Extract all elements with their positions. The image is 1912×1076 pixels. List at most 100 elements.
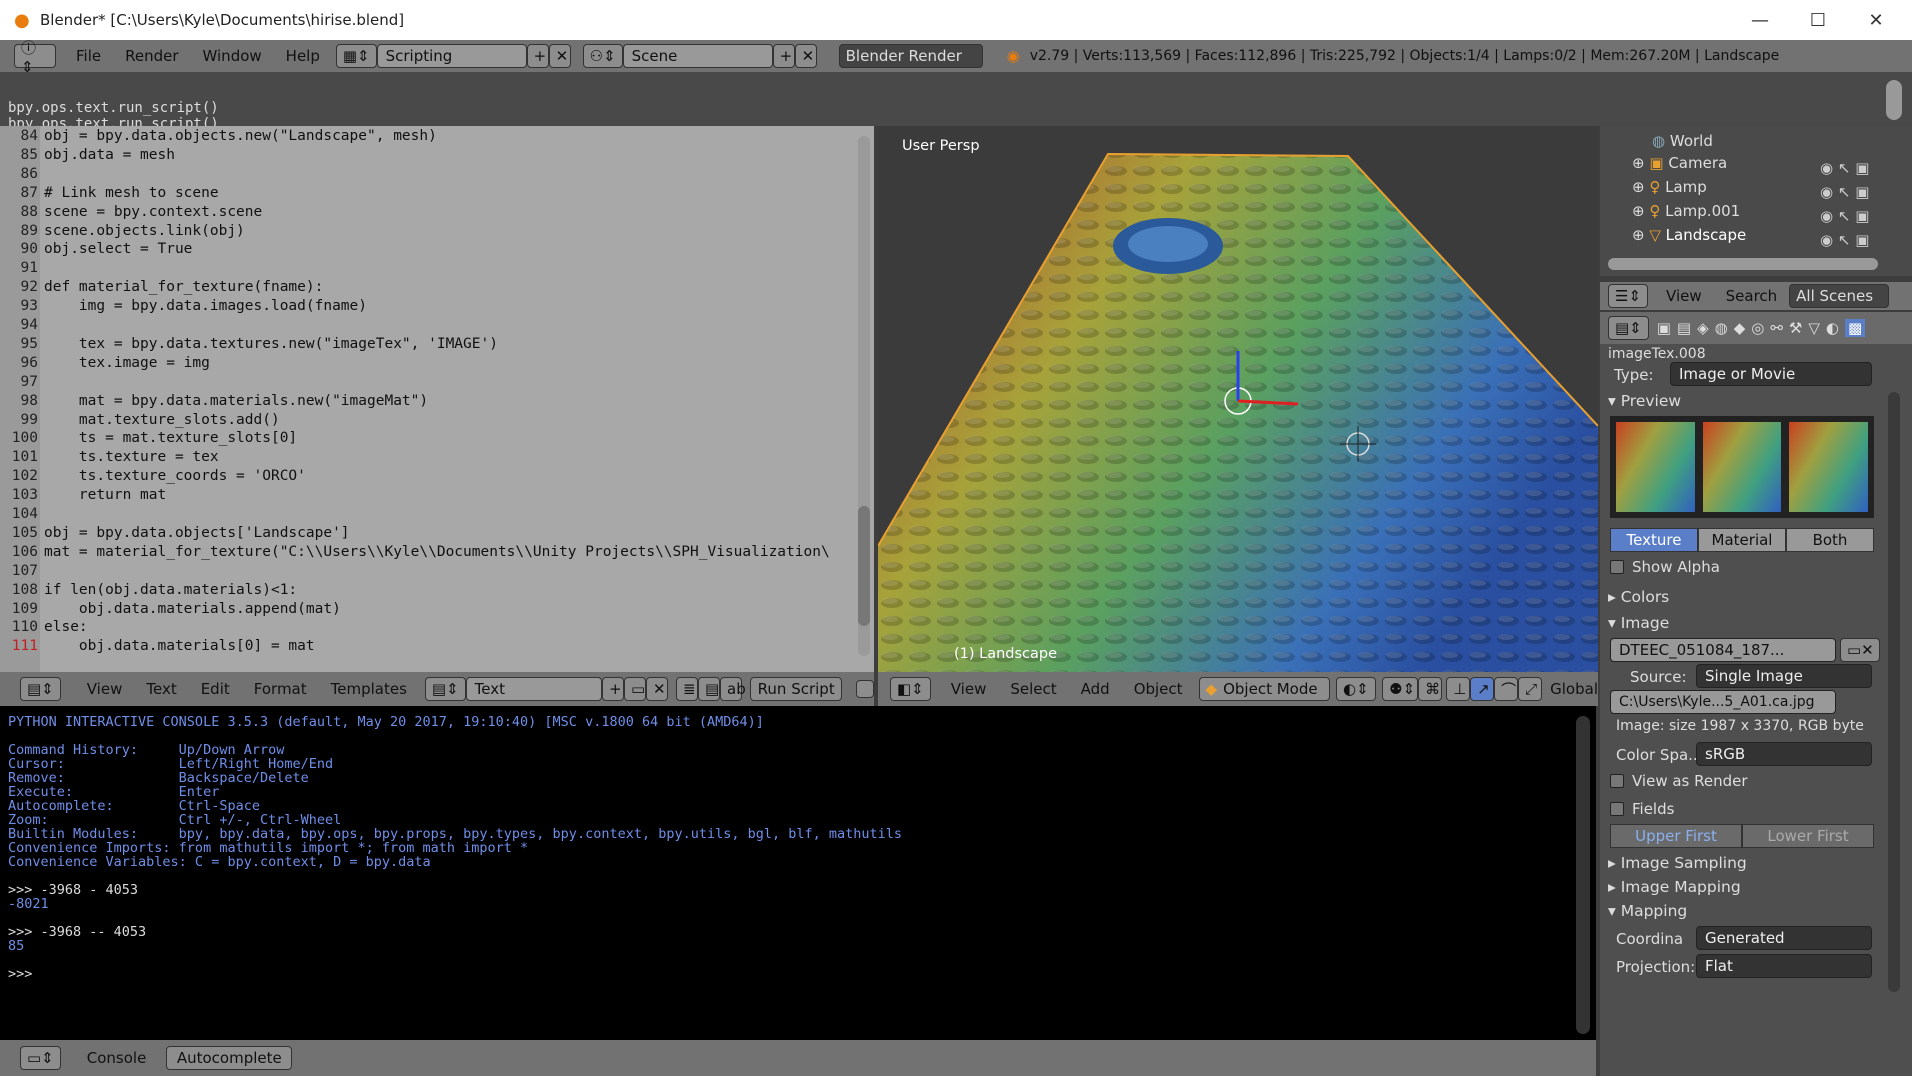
texture-context-icon[interactable]: ▩ <box>1844 319 1866 337</box>
type-select[interactable]: Image or Movie <box>1670 362 1872 386</box>
properties-context-tabs[interactable]: ▤⇕ ▣▤◈◍◆◎⚯⚒▽◐ ▩ <box>1600 312 1912 344</box>
manipulator-toggle-icon[interactable]: ⌘ <box>1418 677 1443 701</box>
add-screen-icon[interactable]: + <box>526 44 549 68</box>
transform-widget-icon[interactable]: ⊥ <box>1446 677 1471 701</box>
open-image-icon[interactable]: ▭✕ <box>1840 638 1880 662</box>
line-numbers-icon[interactable]: ≣ <box>676 677 699 701</box>
pivot-icon[interactable]: ⚉⇕ <box>1382 677 1419 701</box>
scene-field[interactable]: Scene <box>622 44 773 68</box>
menu-file[interactable]: File <box>64 47 113 65</box>
screen-field[interactable]: Scripting <box>376 44 527 68</box>
outliner[interactable]: ◍ World ⊕ ▣ Camera ⊕ ♀ Lamp ⊕ ♀ Lamp.001… <box>1600 126 1912 276</box>
scrollbar[interactable] <box>1576 716 1590 1034</box>
image-panel-header[interactable]: ▾ Image <box>1608 614 1669 632</box>
editor-type-icon[interactable]: ☰⇕ <box>1608 284 1649 308</box>
editor-type-icon[interactable]: ▤⇕ <box>1608 316 1649 340</box>
scrollbar[interactable] <box>1888 392 1900 992</box>
view-as-render-checkbox[interactable]: View as Render <box>1610 772 1748 790</box>
editor-type-icon[interactable]: ▤⇕ <box>20 677 61 701</box>
scrollbar[interactable] <box>1608 258 1878 270</box>
editor-type-icon[interactable]: ◧⇕ <box>890 677 931 701</box>
translate-icon[interactable]: ↗ <box>1470 677 1495 701</box>
outliner-item-lamp[interactable]: ⊕ ♀ Lamp <box>1632 178 1707 196</box>
menu-console[interactable]: Console <box>75 1049 159 1067</box>
preview-panel-header[interactable]: ▾ Preview <box>1608 392 1681 410</box>
rotate-icon[interactable]: ⌒ <box>1494 677 1519 701</box>
image-datablock-field[interactable]: DTEEC_051084_187... <box>1610 638 1836 662</box>
image-path-field[interactable]: C:\Users\Kyle...5_A01.ca.jpg <box>1610 690 1836 714</box>
viewport-shading-icon[interactable]: ◐⇕ <box>1336 677 1377 701</box>
text-editor[interactable]: 84 obj = bpy.data.objects.new("Landscape"… <box>0 126 874 672</box>
texture-name-field[interactable]: imageTex.008 <box>1608 346 1848 362</box>
menu-render[interactable]: Render <box>113 47 190 65</box>
coordinates-select[interactable]: Generated <box>1696 926 1872 950</box>
projection-select[interactable]: Flat <box>1696 954 1872 978</box>
image-mapping-panel-header[interactable]: ▸ Image Mapping <box>1608 878 1741 896</box>
menu-help[interactable]: Help <box>274 47 332 65</box>
menu-view[interactable]: View <box>939 680 999 698</box>
open-folder-icon[interactable]: ▭ <box>624 677 647 701</box>
text-name-field[interactable]: Text <box>465 677 603 701</box>
tab-texture[interactable]: Texture <box>1610 528 1698 552</box>
tab-both[interactable]: Both <box>1786 528 1874 552</box>
unlink-text-icon[interactable]: ✕ <box>646 677 669 701</box>
remove-scene-icon[interactable]: ✕ <box>794 44 817 68</box>
upper-first-button[interactable]: Upper First <box>1610 824 1742 848</box>
visibility-toggles[interactable]: ◉ ↖ ▣ ◉ ↖ ▣ ◉ ↖ ▣ ◉ ↖ ▣ <box>1820 156 1869 252</box>
editor-type-icon[interactable]: ⓘ ⇕ <box>14 39 56 76</box>
3d-viewport[interactable]: User Persp (1) Landscape <box>878 126 1598 672</box>
live-edit-checkbox[interactable] <box>856 680 874 698</box>
word-wrap-icon[interactable]: ▤ <box>698 677 721 701</box>
menu-view[interactable]: View <box>75 680 135 698</box>
text-datablock-icon[interactable]: ▤⇕ <box>424 677 466 701</box>
menu-templates[interactable]: Templates <box>319 680 419 698</box>
outliner-item-landscape[interactable]: ⊕ ▽ Landscape <box>1632 226 1746 244</box>
remove-screen-icon[interactable]: ✕ <box>548 44 571 68</box>
menu-text[interactable]: Text <box>134 680 188 698</box>
editor-type-icon[interactable]: ▭⇕ <box>20 1046 61 1070</box>
maximize-button[interactable]: ☐ <box>1790 0 1846 40</box>
mode-select[interactable]: ◆ Object Mode <box>1198 677 1331 701</box>
outliner-item-world[interactable]: ◍ World <box>1652 132 1713 150</box>
render-engine-select[interactable]: Blender Render <box>838 44 983 68</box>
source-select[interactable]: Single Image <box>1696 664 1872 688</box>
menu-search[interactable]: Search <box>1714 287 1790 305</box>
properties-editor[interactable]: ▤⇕ ▣▤◈◍◆◎⚯⚒▽◐ ▩ imageTex.008 Type: Image… <box>1600 312 1912 1076</box>
python-console[interactable]: PYTHON INTERACTIVE CONSOLE 3.5.3 (defaul… <box>0 706 1596 1040</box>
menu-edit[interactable]: Edit <box>189 680 242 698</box>
display-mode-select[interactable]: All Scenes <box>1789 284 1890 308</box>
field-order-tabs[interactable]: Upper First Lower First <box>1610 824 1874 848</box>
minimize-button[interactable]: — <box>1732 0 1788 40</box>
add-scene-icon[interactable]: + <box>772 44 795 68</box>
menu-object[interactable]: Object <box>1122 680 1195 698</box>
autocomplete-button[interactable]: Autocomplete <box>166 1046 293 1070</box>
scene-icon[interactable]: ⚇⇕ <box>582 44 623 68</box>
code-line: ts = mat.texture_slots[0] <box>44 430 298 447</box>
scrollbar[interactable] <box>1886 80 1902 120</box>
fields-checkbox[interactable]: Fields <box>1610 800 1674 818</box>
syntax-highlight-icon[interactable]: ab <box>720 677 746 701</box>
menu-add[interactable]: Add <box>1069 680 1122 698</box>
image-sampling-panel-header[interactable]: ▸ Image Sampling <box>1608 854 1747 872</box>
colorspace-select[interactable]: sRGB <box>1696 742 1872 766</box>
context-icons[interactable]: ▣▤◈◍◆◎⚯⚒▽◐ <box>1657 319 1845 337</box>
screen-layout-icon[interactable]: ▦⇕ <box>335 44 377 68</box>
menu-select[interactable]: Select <box>998 680 1068 698</box>
scrollbar[interactable] <box>858 136 870 656</box>
show-alpha-checkbox[interactable]: Show Alpha <box>1610 558 1720 576</box>
menu-window[interactable]: Window <box>191 47 274 65</box>
tab-material[interactable]: Material <box>1698 528 1786 552</box>
close-button[interactable]: ✕ <box>1848 0 1904 40</box>
menu-format[interactable]: Format <box>242 680 319 698</box>
scale-icon[interactable]: ⤢ <box>1518 677 1543 701</box>
new-text-icon[interactable]: + <box>602 677 625 701</box>
preview-type-tabs[interactable]: Texture Material Both <box>1610 528 1874 552</box>
mapping-panel-header[interactable]: ▾ Mapping <box>1608 902 1687 920</box>
run-script-button[interactable]: Run Script <box>750 677 843 701</box>
lower-first-button[interactable]: Lower First <box>1742 824 1874 848</box>
outliner-item-lamp-001[interactable]: ⊕ ♀ Lamp.001 <box>1632 202 1740 220</box>
orientation-select[interactable]: Global <box>1550 680 1598 698</box>
outliner-item-camera[interactable]: ⊕ ▣ Camera <box>1632 154 1727 172</box>
menu-view[interactable]: View <box>1654 287 1714 305</box>
colors-panel-header[interactable]: ▸ Colors <box>1608 588 1669 606</box>
